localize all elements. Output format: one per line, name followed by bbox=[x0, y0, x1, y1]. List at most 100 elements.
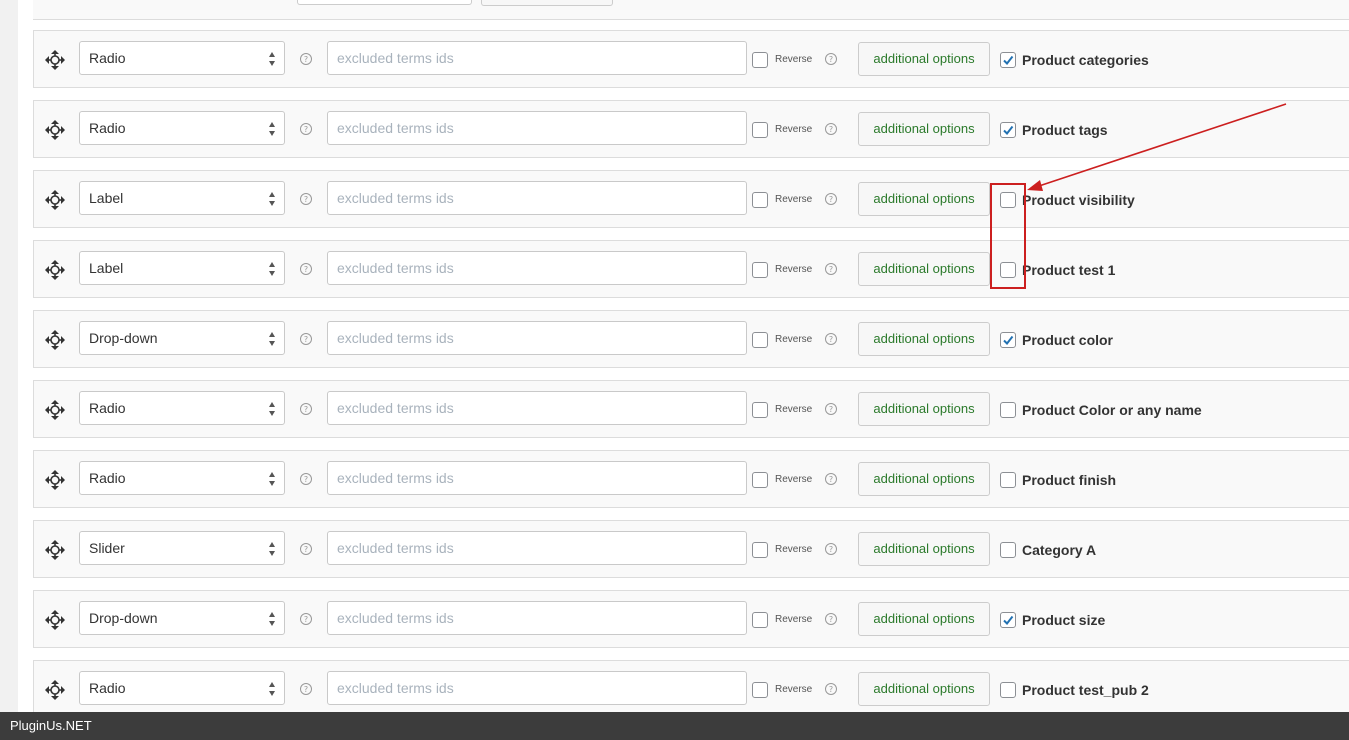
move-handle-icon[interactable] bbox=[44, 119, 66, 141]
reverse-checkbox[interactable] bbox=[752, 332, 768, 348]
excluded-terms-placeholder: excluded terms ids bbox=[337, 330, 454, 346]
select-arrows-icon bbox=[269, 332, 275, 346]
additional-options-button[interactable]: additional options bbox=[858, 42, 990, 76]
help-icon[interactable]: ? bbox=[299, 542, 313, 556]
view-type-value: Label bbox=[89, 190, 124, 206]
reverse-checkbox[interactable] bbox=[752, 192, 768, 208]
additional-options-button[interactable]: additional options bbox=[858, 532, 990, 566]
help-icon[interactable]: ? bbox=[824, 332, 838, 346]
help-icon[interactable]: ? bbox=[299, 472, 313, 486]
move-handle-icon[interactable] bbox=[44, 399, 66, 421]
reverse-checkbox[interactable] bbox=[752, 682, 768, 698]
additional-options-button[interactable]: additional options bbox=[858, 392, 990, 426]
excluded-terms-input[interactable]: excluded terms ids bbox=[327, 461, 747, 495]
help-icon[interactable]: ? bbox=[824, 682, 838, 696]
additional-options-button[interactable]: additional options bbox=[858, 602, 990, 636]
svg-text:?: ? bbox=[304, 55, 308, 64]
view-type-select[interactable]: Radio bbox=[79, 41, 285, 75]
reverse-checkbox[interactable] bbox=[752, 262, 768, 278]
excluded-terms-input[interactable]: excluded terms ids bbox=[327, 41, 747, 75]
excluded-terms-input[interactable]: excluded terms ids bbox=[327, 531, 747, 565]
taxonomy-name: Product color bbox=[1022, 332, 1114, 348]
partial-button[interactable] bbox=[481, 0, 613, 6]
taxonomy-enable-checkbox[interactable] bbox=[1000, 542, 1016, 558]
view-type-select[interactable]: Drop-down bbox=[79, 321, 285, 355]
reverse-checkbox[interactable] bbox=[752, 402, 768, 418]
svg-text:?: ? bbox=[829, 615, 833, 624]
help-icon[interactable]: ? bbox=[824, 542, 838, 556]
help-icon[interactable]: ? bbox=[824, 122, 838, 136]
partial-row-top bbox=[33, 0, 1349, 20]
select-arrows-icon bbox=[269, 262, 275, 276]
svg-text:?: ? bbox=[829, 265, 833, 274]
help-icon[interactable]: ? bbox=[824, 262, 838, 276]
view-type-select[interactable]: Label bbox=[79, 181, 285, 215]
view-type-select[interactable]: Radio bbox=[79, 461, 285, 495]
view-type-select[interactable]: Slider bbox=[79, 531, 285, 565]
excluded-terms-input[interactable]: excluded terms ids bbox=[327, 321, 747, 355]
view-type-value: Drop-down bbox=[89, 610, 158, 626]
taxonomy-enable-checkbox[interactable] bbox=[1000, 402, 1016, 418]
move-handle-icon[interactable] bbox=[44, 189, 66, 211]
excluded-terms-input[interactable]: excluded terms ids bbox=[327, 251, 747, 285]
taxonomy-enable-checkbox[interactable] bbox=[1000, 122, 1016, 138]
reverse-checkbox[interactable] bbox=[752, 472, 768, 488]
additional-options-button[interactable]: additional options bbox=[858, 462, 990, 496]
move-handle-icon[interactable] bbox=[44, 259, 66, 281]
additional-options-button[interactable]: additional options bbox=[858, 322, 990, 356]
view-type-value: Radio bbox=[89, 120, 126, 136]
help-icon[interactable]: ? bbox=[299, 262, 313, 276]
excluded-terms-input[interactable]: excluded terms ids bbox=[327, 181, 747, 215]
taxonomy-row-7: Slider ? excluded terms ids Reverse ? ad… bbox=[33, 520, 1349, 578]
move-handle-icon[interactable] bbox=[44, 49, 66, 71]
svg-text:?: ? bbox=[304, 615, 308, 624]
move-handle-icon[interactable] bbox=[44, 609, 66, 631]
help-icon[interactable]: ? bbox=[299, 332, 313, 346]
additional-options-button[interactable]: additional options bbox=[858, 112, 990, 146]
excluded-terms-input[interactable]: excluded terms ids bbox=[327, 111, 747, 145]
svg-text:?: ? bbox=[829, 405, 833, 414]
reverse-checkbox[interactable] bbox=[752, 612, 768, 628]
view-type-select[interactable]: Radio bbox=[79, 111, 285, 145]
taxonomy-enable-checkbox[interactable] bbox=[1000, 682, 1016, 698]
view-type-value: Radio bbox=[89, 680, 126, 696]
help-icon[interactable]: ? bbox=[824, 52, 838, 66]
taxonomy-enable-checkbox[interactable] bbox=[1000, 472, 1016, 488]
help-icon[interactable]: ? bbox=[299, 122, 313, 136]
taxonomy-enable-checkbox[interactable] bbox=[1000, 52, 1016, 68]
view-type-select[interactable]: Label bbox=[79, 251, 285, 285]
help-icon[interactable]: ? bbox=[824, 472, 838, 486]
help-icon[interactable]: ? bbox=[299, 402, 313, 416]
help-icon[interactable]: ? bbox=[824, 192, 838, 206]
reverse-checkbox[interactable] bbox=[752, 52, 768, 68]
move-handle-icon[interactable] bbox=[44, 329, 66, 351]
help-icon[interactable]: ? bbox=[299, 612, 313, 626]
move-handle-icon[interactable] bbox=[44, 539, 66, 561]
reverse-label: Reverse bbox=[775, 404, 813, 415]
partial-input[interactable] bbox=[297, 0, 472, 5]
view-type-value: Radio bbox=[89, 470, 126, 486]
taxonomy-enable-checkbox[interactable] bbox=[1000, 612, 1016, 628]
help-icon[interactable]: ? bbox=[824, 402, 838, 416]
help-icon[interactable]: ? bbox=[824, 612, 838, 626]
reverse-checkbox[interactable] bbox=[752, 542, 768, 558]
additional-options-button[interactable]: additional options bbox=[858, 672, 990, 706]
help-icon[interactable]: ? bbox=[299, 682, 313, 696]
view-type-select[interactable]: Drop-down bbox=[79, 601, 285, 635]
view-type-select[interactable]: Radio bbox=[79, 391, 285, 425]
svg-text:?: ? bbox=[304, 195, 308, 204]
checkmark-icon bbox=[1003, 615, 1014, 626]
excluded-terms-input[interactable]: excluded terms ids bbox=[327, 391, 747, 425]
reverse-checkbox[interactable] bbox=[752, 122, 768, 138]
help-icon[interactable]: ? bbox=[299, 52, 313, 66]
taxonomy-row-9: Radio ? excluded terms ids Reverse ? add… bbox=[33, 660, 1349, 718]
excluded-terms-input[interactable]: excluded terms ids bbox=[327, 671, 747, 705]
additional-options-button[interactable]: additional options bbox=[858, 252, 990, 286]
help-icon[interactable]: ? bbox=[299, 192, 313, 206]
taxonomy-enable-checkbox[interactable] bbox=[1000, 332, 1016, 348]
excluded-terms-input[interactable]: excluded terms ids bbox=[327, 601, 747, 635]
move-handle-icon[interactable] bbox=[44, 679, 66, 701]
move-handle-icon[interactable] bbox=[44, 469, 66, 491]
view-type-select[interactable]: Radio bbox=[79, 671, 285, 705]
additional-options-button[interactable]: additional options bbox=[858, 182, 990, 216]
